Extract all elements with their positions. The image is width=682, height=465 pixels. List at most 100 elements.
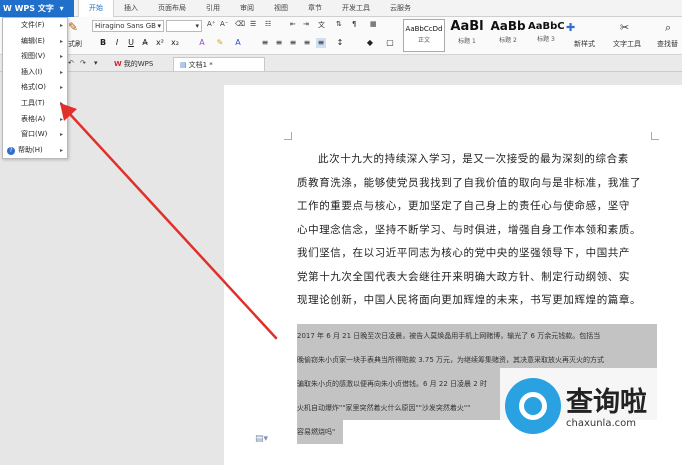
- tab-developer[interactable]: 开发工具: [332, 0, 380, 17]
- style-heading-2[interactable]: AaBb 标题 2: [488, 19, 528, 52]
- wps-logo-icon: W: [114, 60, 122, 68]
- menu-item-table[interactable]: 表格(A) ▸: [3, 112, 67, 128]
- document-tab-bar: ↶ ↷ ▾ W 我的WPS ▤ 文档1 *: [0, 55, 682, 72]
- menu-item-view[interactable]: 视图(V) ▸: [3, 49, 67, 65]
- format-painter-icon[interactable]: ✎: [68, 20, 78, 34]
- menu-item-insert[interactable]: 插入(I) ▸: [3, 65, 67, 81]
- highlight-icon[interactable]: ✎: [215, 38, 225, 48]
- bullet-list-icon[interactable]: ☰: [250, 20, 256, 28]
- selected-line: 2017 年 6 月 21 日晚至次日凌晨，被告人莫焕晶用手机上网赌博，输光了 …: [297, 324, 657, 348]
- chevron-right-icon: ▸: [59, 131, 63, 139]
- menu-item-tools[interactable]: 工具(T) ▸: [3, 96, 67, 112]
- outdent-icon[interactable]: ⇥: [303, 20, 309, 28]
- menu-item-edit[interactable]: 编辑(E) ▸: [3, 34, 67, 50]
- line-spacing-icon[interactable]: ↕: [335, 38, 345, 48]
- watermark-logo-ring: [519, 392, 547, 420]
- chevron-right-icon: ▸: [59, 68, 63, 76]
- clear-format-icon[interactable]: ⌫: [235, 20, 245, 28]
- tab-references[interactable]: 引用: [196, 0, 230, 17]
- text-tools-label[interactable]: 文字工具: [613, 39, 641, 49]
- new-style-icon[interactable]: ✚: [566, 21, 575, 34]
- document-paragraph[interactable]: 此次十九大的持续深入学习，是又一次接受的最为深刻的综合素 质教育洗涤，能够使党员…: [297, 148, 653, 313]
- find-replace-label[interactable]: 查找替: [657, 39, 678, 49]
- help-icon: ?: [7, 146, 15, 155]
- chinese-layout-icon[interactable]: 文: [318, 20, 325, 30]
- style-heading-3[interactable]: AaBbC 标题 3: [528, 19, 565, 52]
- tab-home[interactable]: 开始: [78, 0, 114, 17]
- app-title: WPS 文字: [14, 4, 54, 13]
- chevron-down-icon: ▾: [59, 4, 64, 13]
- ribbon-tabs: 开始 插入 页面布局 引用 审阅 视图 章节 开发工具 云服务: [78, 0, 421, 17]
- bold-icon[interactable]: B: [98, 38, 108, 48]
- chevron-right-icon: ▸: [59, 22, 63, 29]
- align-right-icon[interactable]: ≡: [288, 38, 298, 48]
- shrink-font-icon[interactable]: A⁻: [220, 20, 228, 28]
- sort-icon[interactable]: ⇅: [336, 20, 342, 28]
- font-size-select[interactable]: ▾: [166, 20, 202, 32]
- tab-page-layout[interactable]: 页面布局: [148, 0, 196, 17]
- new-style-label[interactable]: 新样式: [574, 39, 595, 49]
- border-icon[interactable]: ▦: [370, 20, 377, 28]
- menu-item-file[interactable]: 文件(F) ▸: [3, 18, 67, 34]
- paragraph-line: 党第十九次全国代表大会继往开来明确大政方针、制定行动纲领、实: [297, 270, 630, 283]
- indent-icon[interactable]: ⇤: [290, 20, 296, 28]
- wps-logo-icon: W: [3, 4, 15, 13]
- redo-icon[interactable]: ↷: [80, 59, 86, 67]
- align-center-icon[interactable]: ≡: [274, 38, 284, 48]
- app-menu-button[interactable]: W WPS 文字 ▾: [0, 0, 74, 17]
- style-heading-1[interactable]: AaBl 标题 1: [447, 19, 487, 52]
- tab-review[interactable]: 审阅: [230, 0, 264, 17]
- tab-section[interactable]: 章节: [298, 0, 332, 17]
- menu-item-window[interactable]: 窗口(W) ▸: [3, 127, 67, 143]
- paragraph-line: 我们坚信，在以习近平同志为核心的党中央的坚强领导下，中国共产: [297, 247, 630, 259]
- ribbon-toolbar: ✎ 式刷 Hiragino Sans GB ▾ ▾ A⁺ A⁻ ⌫ ☰ ☷ ⇤ ⇥…: [0, 17, 682, 55]
- number-list-icon[interactable]: ☷: [265, 20, 271, 28]
- selected-line: 容易燃烧吗": [297, 420, 343, 444]
- tab-insert[interactable]: 插入: [114, 0, 148, 17]
- shading-icon[interactable]: ◆: [365, 38, 375, 48]
- page-corner-mark: [284, 132, 292, 140]
- style-normal[interactable]: AaBbCcDd 正文: [403, 19, 445, 52]
- paragraph-line: 质教育洗涤，能够使党员我找到了自我价值的取向与是非标准，我准了: [297, 176, 642, 189]
- distributed-icon[interactable]: ≡: [316, 38, 326, 48]
- align-left-icon[interactable]: ≡: [260, 38, 270, 48]
- chevron-right-icon: ▸: [59, 84, 63, 92]
- chevron-down-icon[interactable]: ▾: [94, 59, 98, 67]
- app-dropdown-menu: 文件(F) ▸ 编辑(E) ▸ 视图(V) ▸ 插入(I) ▸ 格式(O) ▸ 工具(T)…: [2, 17, 68, 159]
- tab-my-wps[interactable]: W 我的WPS: [108, 57, 159, 71]
- title-tab-bar: W WPS 文字 ▾ 开始 插入 页面布局 引用 审阅 视图 章节 开发工具 云…: [0, 0, 682, 17]
- watermark-title: 查询啦: [566, 387, 647, 418]
- paragraph-line: 心中理念信念，坚持不断学习、与时俱进，增强自身工作本领和素质。: [297, 223, 642, 236]
- underline-icon[interactable]: U: [126, 38, 136, 48]
- menu-item-format[interactable]: 格式(O) ▸: [3, 80, 67, 96]
- grow-font-icon[interactable]: A⁺: [207, 20, 215, 28]
- tab-cloud[interactable]: 云服务: [380, 0, 421, 17]
- justify-icon[interactable]: ≡: [302, 38, 312, 48]
- chevron-down-icon: ▾: [195, 22, 199, 30]
- menu-item-help[interactable]: ? 帮助(H) ▸: [3, 143, 67, 159]
- undo-icon[interactable]: ↶: [68, 59, 74, 67]
- show-marks-icon[interactable]: ¶: [352, 20, 356, 28]
- tab-document-1[interactable]: ▤ 文档1 *: [173, 57, 265, 71]
- page-corner-mark: [651, 132, 659, 140]
- font-name-select[interactable]: Hiragino Sans GB ▾: [92, 20, 164, 32]
- chevron-right-icon: ▸: [59, 99, 63, 107]
- subscript-icon[interactable]: x₂: [170, 38, 180, 48]
- tab-view[interactable]: 视图: [264, 0, 298, 17]
- borders-icon[interactable]: ▢: [385, 38, 395, 48]
- paste-options-icon[interactable]: ▤▾: [255, 434, 268, 444]
- chevron-right-icon: ▸: [59, 37, 63, 45]
- find-replace-icon[interactable]: ⌕: [665, 21, 671, 35]
- watermark-subtitle: chaxunla.com: [566, 418, 636, 429]
- chevron-down-icon: ▾: [157, 22, 161, 30]
- text-effect-icon[interactable]: A: [197, 38, 207, 48]
- format-painter-label[interactable]: 式刷: [68, 39, 82, 49]
- superscript-icon[interactable]: x²: [155, 38, 165, 48]
- strikethrough-icon[interactable]: A̶: [140, 38, 150, 48]
- chevron-right-icon: ▸: [59, 115, 63, 123]
- text-tools-icon[interactable]: ✂: [620, 21, 629, 34]
- italic-icon[interactable]: I: [112, 38, 122, 48]
- font-color-icon[interactable]: A: [233, 38, 243, 48]
- chevron-right-icon: ▸: [59, 53, 63, 61]
- chevron-right-icon: ▸: [59, 146, 63, 154]
